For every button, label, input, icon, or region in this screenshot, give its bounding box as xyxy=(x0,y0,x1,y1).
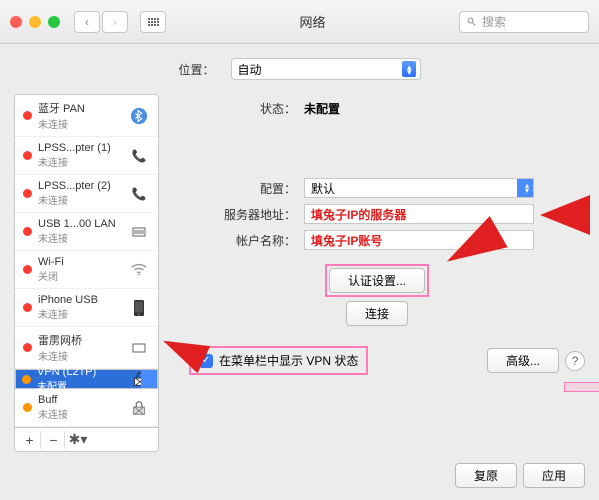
item-status: 未连接 xyxy=(38,192,122,207)
sidebar-footer: + − ✱▾ xyxy=(14,428,159,452)
sidebar-item-wifi[interactable]: Wi-Fi关闭 xyxy=(15,251,158,289)
titlebar: ‹ › 网络 搜索 xyxy=(0,0,599,44)
phone-icon: 📞 xyxy=(128,183,150,205)
item-name: 雷雳网桥 xyxy=(38,332,122,348)
item-name: 蓝牙 PAN xyxy=(38,100,122,116)
chevron-updown-icon: ▴▾ xyxy=(525,183,529,193)
nav-buttons: ‹ › xyxy=(74,11,128,33)
search-input[interactable]: 搜索 xyxy=(459,11,589,33)
help-button[interactable]: ? xyxy=(565,351,585,371)
server-label: 服务器地址： xyxy=(169,206,304,223)
advanced-button[interactable]: 高级... xyxy=(487,348,559,373)
status-dot xyxy=(22,375,31,384)
thunderbolt-icon xyxy=(128,337,150,359)
config-label: 配置： xyxy=(169,180,304,197)
main-area: 蓝牙 PAN未连接 LPSS...pter (1)未连接📞 LPSS...pte… xyxy=(0,94,599,452)
search-placeholder: 搜索 xyxy=(482,13,506,30)
item-status: 未连接 xyxy=(38,116,122,131)
action-menu-button[interactable]: ✱▾ xyxy=(67,431,89,449)
revert-button[interactable]: 复原 xyxy=(455,463,517,488)
traffic-lights xyxy=(10,16,60,28)
item-status: 关闭 xyxy=(38,268,122,283)
chevron-updown-icon: ▴▾ xyxy=(407,65,412,75)
status-dot xyxy=(23,303,32,312)
status-dot xyxy=(23,227,32,236)
add-button[interactable]: + xyxy=(19,431,41,449)
sidebar-item-bluetooth[interactable]: 蓝牙 PAN未连接 xyxy=(15,95,158,137)
location-value: 自动 xyxy=(238,61,262,78)
item-name: Wi-Fi xyxy=(38,256,122,268)
status-dot xyxy=(23,151,32,160)
bluetooth-icon xyxy=(128,105,150,127)
server-input[interactable]: 填兔子IP的服务器 xyxy=(304,204,534,224)
zoom-icon[interactable] xyxy=(48,16,60,28)
item-name: USB 1...00 LAN xyxy=(38,218,122,230)
item-name: LPSS...pter (1) xyxy=(38,142,122,154)
status-dot xyxy=(23,403,32,412)
close-icon[interactable] xyxy=(10,16,22,28)
lock-icon xyxy=(128,397,150,419)
location-row: 位置： 自动 ▴▾ xyxy=(0,44,599,94)
status-dot xyxy=(23,343,32,352)
location-select[interactable]: 自动 ▴▾ xyxy=(231,58,421,80)
connect-button[interactable]: 连接 xyxy=(346,301,408,326)
iphone-icon xyxy=(128,297,150,319)
item-status: 未连接 xyxy=(38,306,122,321)
item-status: 未连接 xyxy=(38,406,122,421)
account-value: 填兔子IP账号 xyxy=(311,232,382,249)
status-value: 未配置 xyxy=(304,100,585,117)
sidebar-item-thunderbolt[interactable]: 雷雳网桥未连接 xyxy=(15,327,158,369)
ethernet-icon xyxy=(128,221,150,243)
minimize-icon[interactable] xyxy=(29,16,41,28)
annotation-highlight: 认证设置... xyxy=(325,264,429,297)
sidebar-item-lpss1[interactable]: LPSS...pter (1)未连接 📞 xyxy=(15,137,158,175)
show-vpn-label: 在菜单栏中显示 VPN 状态 xyxy=(219,352,358,369)
detail-pane: 状态：未配置 配置： 默认 ▴▾ 服务器地址： 填兔子IP的服务器 帐户名称： 填兔子I… xyxy=(169,94,585,452)
auth-settings-button[interactable]: 认证设置... xyxy=(329,268,425,293)
sidebar-item-vpn[interactable]: VPN (L2TP)未配置 xyxy=(15,369,158,389)
phone-icon: 📞 xyxy=(128,145,150,167)
sidebar-item-lpss2[interactable]: LPSS...pter (2)未连接 📞 xyxy=(15,175,158,213)
location-label: 位置： xyxy=(178,61,222,78)
item-name: iPhone USB xyxy=(38,294,122,306)
grid-icon xyxy=(148,18,159,26)
item-name: VPN (L2TP) xyxy=(37,366,123,378)
lock-icon xyxy=(129,368,151,390)
status-dot xyxy=(23,111,32,120)
status-dot xyxy=(23,265,32,274)
apply-button[interactable]: 应用 xyxy=(523,463,585,488)
sidebar-item-usb[interactable]: USB 1...00 LAN未连接 xyxy=(15,213,158,251)
back-button[interactable]: ‹ xyxy=(74,11,100,33)
config-select[interactable]: 默认 ▴▾ xyxy=(304,178,534,198)
sidebar-item-iphone[interactable]: iPhone USB未连接 xyxy=(15,289,158,327)
server-value: 填兔子IP的服务器 xyxy=(311,206,406,223)
item-name: Buff xyxy=(38,394,122,406)
wifi-icon xyxy=(128,259,150,281)
item-status: 未连接 xyxy=(38,348,122,363)
sidebar-item-buff[interactable]: Buff未连接 xyxy=(15,389,158,427)
config-value: 默认 xyxy=(311,180,335,197)
sidebar: 蓝牙 PAN未连接 LPSS...pter (1)未连接📞 LPSS...pte… xyxy=(14,94,159,428)
account-label: 帐户名称： xyxy=(169,232,304,249)
annotation-highlight: ✓ 在菜单栏中显示 VPN 状态 xyxy=(189,346,368,375)
item-name: LPSS...pter (2) xyxy=(38,180,122,192)
status-dot xyxy=(23,189,32,198)
remove-button[interactable]: − xyxy=(43,431,65,449)
item-status: 未连接 xyxy=(38,154,122,169)
item-status: 未连接 xyxy=(38,230,122,245)
show-vpn-checkbox[interactable]: ✓ xyxy=(199,354,213,368)
bottom-buttons: 复原 应用 xyxy=(455,463,585,488)
annotation-arrow-pink xyxy=(564,382,599,392)
window-title: 网络 xyxy=(174,12,451,31)
status-label: 状态： xyxy=(169,100,304,117)
search-icon xyxy=(466,16,478,28)
forward-button[interactable]: › xyxy=(102,11,128,33)
account-input[interactable]: 填兔子IP账号 xyxy=(304,230,534,250)
show-all-button[interactable] xyxy=(140,11,166,33)
